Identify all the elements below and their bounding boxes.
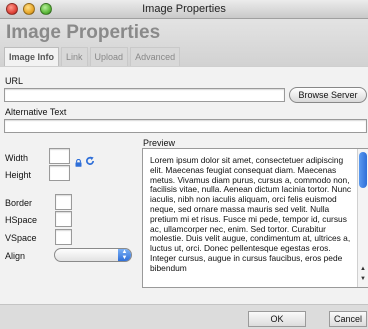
image-properties-window: Image Properties Image Properties Image …	[0, 0, 368, 329]
window-title: Image Properties	[142, 3, 226, 15]
scroll-up-icon[interactable]: ▲	[359, 266, 367, 273]
tab-image-info[interactable]: Image Info	[4, 47, 60, 66]
cancel-button[interactable]: Cancel	[329, 311, 367, 327]
scroll-down-icon[interactable]: ▼	[359, 276, 367, 283]
preview-text: Lorem ipsum dolor sit amet, consectetuer…	[150, 155, 352, 273]
dialog-footer: OK Cancel	[0, 304, 368, 329]
reset-size-icon[interactable]	[85, 156, 95, 166]
tab-bar: Image Info Link Upload Advanced	[4, 47, 182, 66]
border-input[interactable]	[55, 194, 72, 210]
dialog-header: Image Properties Image Info Link Upload …	[0, 19, 368, 66]
vspace-label: VSpace	[5, 233, 37, 243]
tab-upload[interactable]: Upload	[89, 47, 129, 66]
url-input[interactable]	[4, 88, 285, 102]
lock-icon[interactable]	[75, 159, 82, 167]
hspace-input[interactable]	[55, 211, 72, 227]
tab-advanced[interactable]: Advanced	[130, 47, 181, 66]
scrollbar-thumb[interactable]	[359, 152, 367, 188]
border-label: Border	[5, 198, 33, 208]
alternative-text-input[interactable]	[4, 119, 367, 133]
align-label: Align	[5, 251, 26, 261]
alternative-text-label: Alternative Text	[5, 107, 67, 117]
width-label: Width	[5, 153, 29, 163]
tab-link[interactable]: Link	[61, 47, 88, 66]
height-label: Height	[5, 170, 32, 180]
dialog-body: URL Browse Server Alternative Text Width…	[0, 66, 368, 304]
hspace-label: HSpace	[5, 215, 38, 225]
ok-button[interactable]: OK	[248, 311, 306, 327]
height-input[interactable]	[49, 165, 70, 181]
select-arrows-icon: ▲ ▼	[118, 249, 131, 261]
preview-scrollbar[interactable]: ▲ ▼	[357, 149, 368, 287]
browse-server-button[interactable]: Browse Server	[289, 87, 367, 103]
preview-label: Preview	[143, 138, 176, 148]
vspace-input[interactable]	[55, 229, 72, 245]
url-label: URL	[5, 76, 24, 86]
align-select[interactable]: ▲ ▼	[54, 248, 132, 262]
title-bar[interactable]: Image Properties	[0, 0, 368, 19]
preview-pane: Lorem ipsum dolor sit amet, consectetuer…	[142, 148, 368, 288]
dialog-title: Image Properties	[6, 22, 161, 43]
width-input[interactable]	[49, 148, 70, 164]
